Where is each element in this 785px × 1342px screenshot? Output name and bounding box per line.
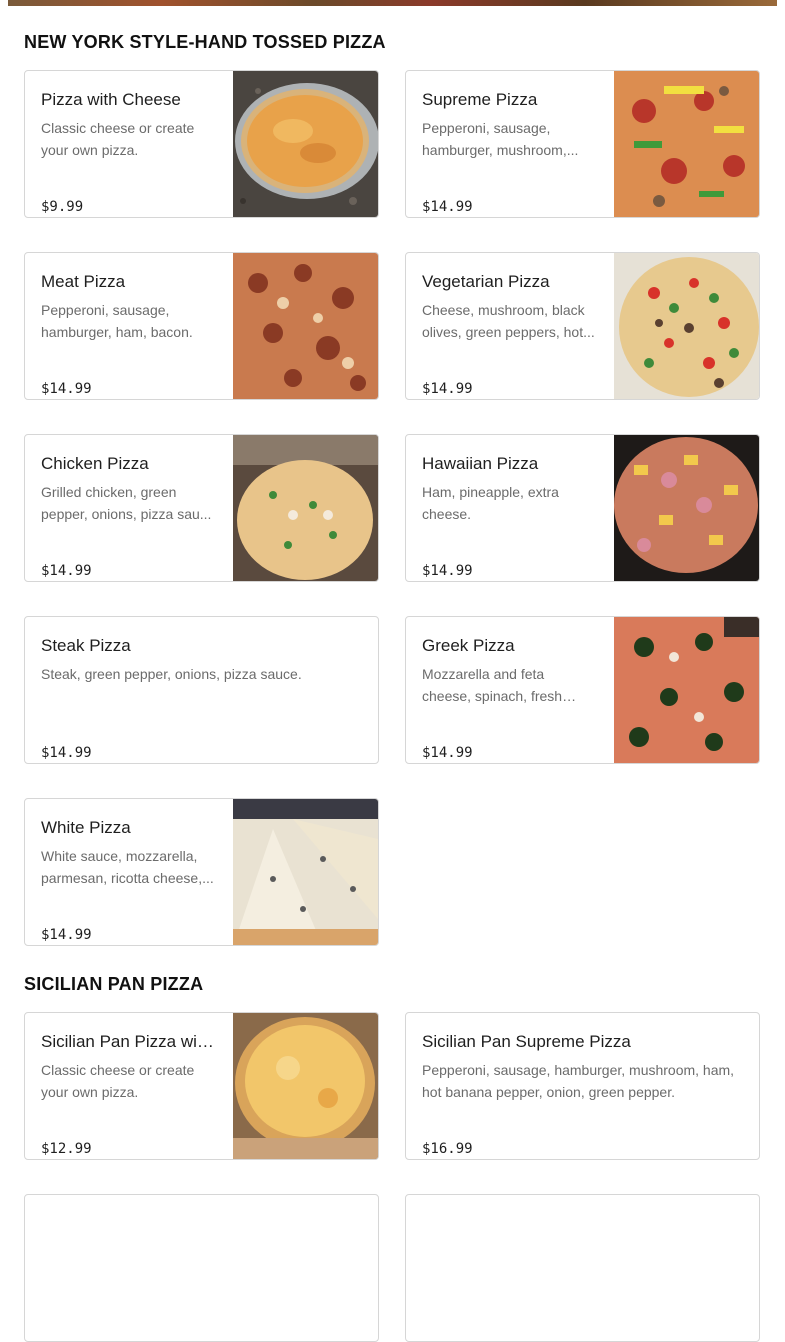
- menu-item-supreme-pizza[interactable]: Supreme Pizza Pepperoni, sausage, hambur…: [405, 70, 760, 218]
- item-price: $14.99: [422, 199, 473, 215]
- item-description: White sauce, mozzarella, parmesan, ricot…: [41, 848, 214, 886]
- menu-item-hawaiian-pizza[interactable]: Hawaiian Pizza Ham, pineapple, extra che…: [405, 434, 760, 582]
- menu-item-meat-pizza[interactable]: Meat Pizza Pepperoni, sausage, hamburger…: [24, 252, 379, 400]
- item-description: Pepperoni, sausage, hamburger, ham, baco…: [41, 302, 193, 340]
- menu-item-white-pizza[interactable]: White Pizza White sauce, mozzarella, par…: [24, 798, 379, 946]
- item-name: Supreme Pizza: [422, 90, 538, 109]
- item-price: $14.99: [41, 381, 92, 397]
- item-description: Ham, pineapple, extra cheese.: [422, 484, 559, 522]
- item-price: $14.99: [422, 745, 473, 761]
- item-name: Vegetarian Pizza: [422, 272, 550, 291]
- menu-item-vegetarian-pizza[interactable]: Vegetarian Pizza Cheese, mushroom, black…: [405, 252, 760, 400]
- item-photo: [233, 71, 378, 217]
- item-name: Pizza with Cheese: [41, 90, 181, 109]
- item-price: $16.99: [422, 1141, 473, 1157]
- item-description: Classic cheese or create your own pizza.: [41, 1062, 195, 1100]
- menu-item-sicilian-pan-supreme-pizza[interactable]: Sicilian Pan Supreme Pizza Pepperoni, sa…: [405, 1012, 760, 1160]
- item-price: $12.99: [41, 1141, 92, 1157]
- item-photo: [614, 435, 759, 581]
- item-name: White Pizza: [41, 818, 131, 837]
- menu-item-pizza-with-cheese[interactable]: Pizza with Cheese Classic cheese or crea…: [24, 70, 379, 218]
- item-price: $14.99: [422, 381, 473, 397]
- item-description: Cheese, mushroom, black olives, green pe…: [422, 302, 595, 340]
- item-description: Pepperoni, sausage, hamburger, mushroom,…: [422, 120, 579, 158]
- item-price: $14.99: [422, 563, 473, 579]
- item-photo: [233, 435, 378, 581]
- item-price: $14.99: [41, 927, 92, 943]
- item-name: Steak Pizza: [41, 636, 131, 655]
- menu-item-sicilian-pan-pizza-with-cheese[interactable]: Sicilian Pan Pizza with... Classic chees…: [24, 1012, 379, 1160]
- item-description: Pepperoni, sausage, hamburger, mushroom,…: [422, 1062, 735, 1100]
- item-photo: [233, 253, 378, 399]
- item-name: Greek Pizza: [422, 636, 515, 655]
- menu-item-greek-pizza[interactable]: Greek Pizza Mozzarella and feta cheese, …: [405, 616, 760, 764]
- section-title-ny-style: NEW YORK STYLE-HAND TOSSED PIZZA: [24, 32, 386, 52]
- item-description: Steak, green pepper, onions, pizza sauce…: [41, 666, 302, 682]
- item-description: Mozzarella and feta cheese, spinach, fre…: [422, 666, 563, 704]
- item-photo: [614, 253, 759, 399]
- item-price: $9.99: [41, 199, 84, 215]
- section-title-sicilian-pan: SICILIAN PAN PIZZA: [24, 974, 204, 994]
- item-description: Classic cheese or create your own pizza.: [41, 120, 195, 158]
- item-name: Sicilian Pan Supreme Pizza: [422, 1032, 631, 1051]
- hero-image-strip: [8, 0, 777, 6]
- item-description: Grilled chicken, green pepper, onions, p…: [41, 484, 212, 522]
- item-photo: [614, 71, 759, 217]
- item-photo: [233, 799, 378, 945]
- item-name: Chicken Pizza: [41, 454, 149, 473]
- item-photo: [233, 1013, 378, 1159]
- item-photo: [614, 617, 759, 763]
- item-name: Meat Pizza: [41, 272, 126, 291]
- menu-item-chicken-pizza[interactable]: Chicken Pizza Grilled chicken, green pep…: [24, 434, 379, 582]
- menu-item-next-row-left[interactable]: [24, 1194, 379, 1342]
- item-price: $14.99: [41, 745, 92, 761]
- item-price: $14.99: [41, 563, 92, 579]
- menu-item-next-row-right[interactable]: [405, 1194, 760, 1342]
- menu-item-steak-pizza[interactable]: Steak Pizza Steak, green pepper, onions,…: [24, 616, 379, 764]
- item-name: Hawaiian Pizza: [422, 454, 539, 473]
- item-name: Sicilian Pan Pizza with...: [41, 1032, 216, 1051]
